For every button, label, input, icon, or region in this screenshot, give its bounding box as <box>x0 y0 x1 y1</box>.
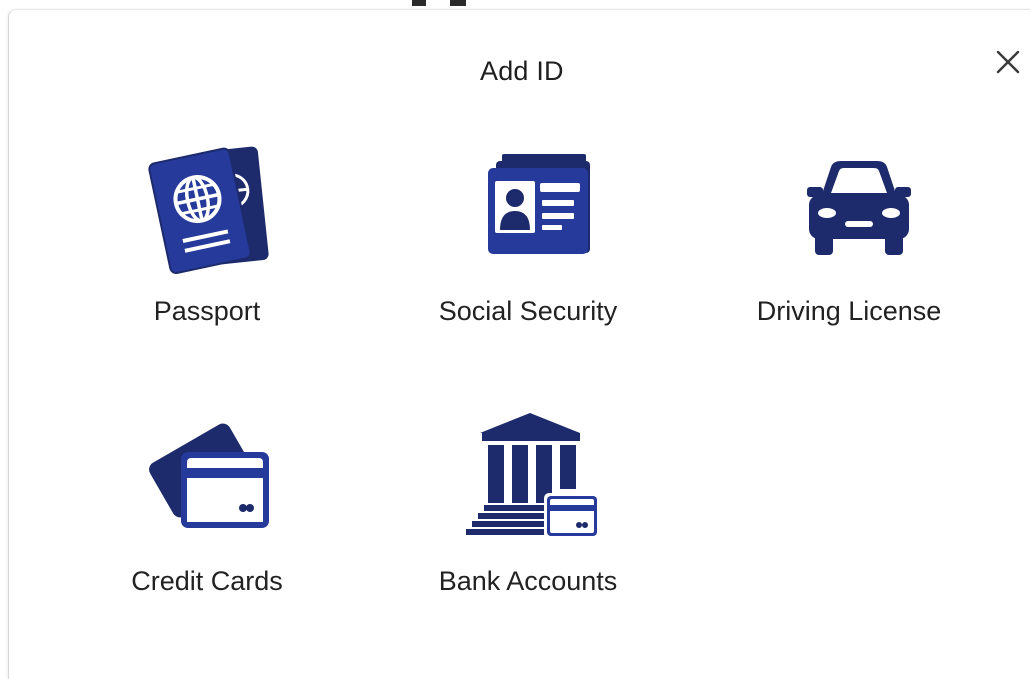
car-icon <box>807 161 911 255</box>
option-label: Social Security <box>438 296 618 326</box>
credit-card-icon <box>149 423 269 528</box>
option-credit-cards[interactable]: Credit Cards <box>97 408 317 608</box>
bank-icon <box>466 413 598 539</box>
option-label: Bank Accounts <box>438 566 618 596</box>
close-button[interactable] <box>990 44 1026 80</box>
option-driving-license[interactable]: Driving License <box>739 137 959 337</box>
passport-icon <box>148 146 269 274</box>
id-card-icon <box>488 154 590 254</box>
background-window-fragment <box>410 0 470 8</box>
option-bank-accounts[interactable]: Bank Accounts <box>418 405 638 605</box>
option-label: Passport <box>153 296 261 326</box>
add-id-dialog: Add ID Passport Social Security Driving … <box>8 9 1030 679</box>
page: Add ID Passport Social Security Driving … <box>0 0 1030 679</box>
option-label: Driving License <box>756 296 942 326</box>
option-social-security[interactable]: Social Security <box>418 137 638 337</box>
option-label: Credit Cards <box>131 566 283 596</box>
close-icon <box>996 50 1020 74</box>
dialog-title-text: Add ID <box>480 56 564 86</box>
option-passport[interactable]: Passport <box>97 137 317 337</box>
